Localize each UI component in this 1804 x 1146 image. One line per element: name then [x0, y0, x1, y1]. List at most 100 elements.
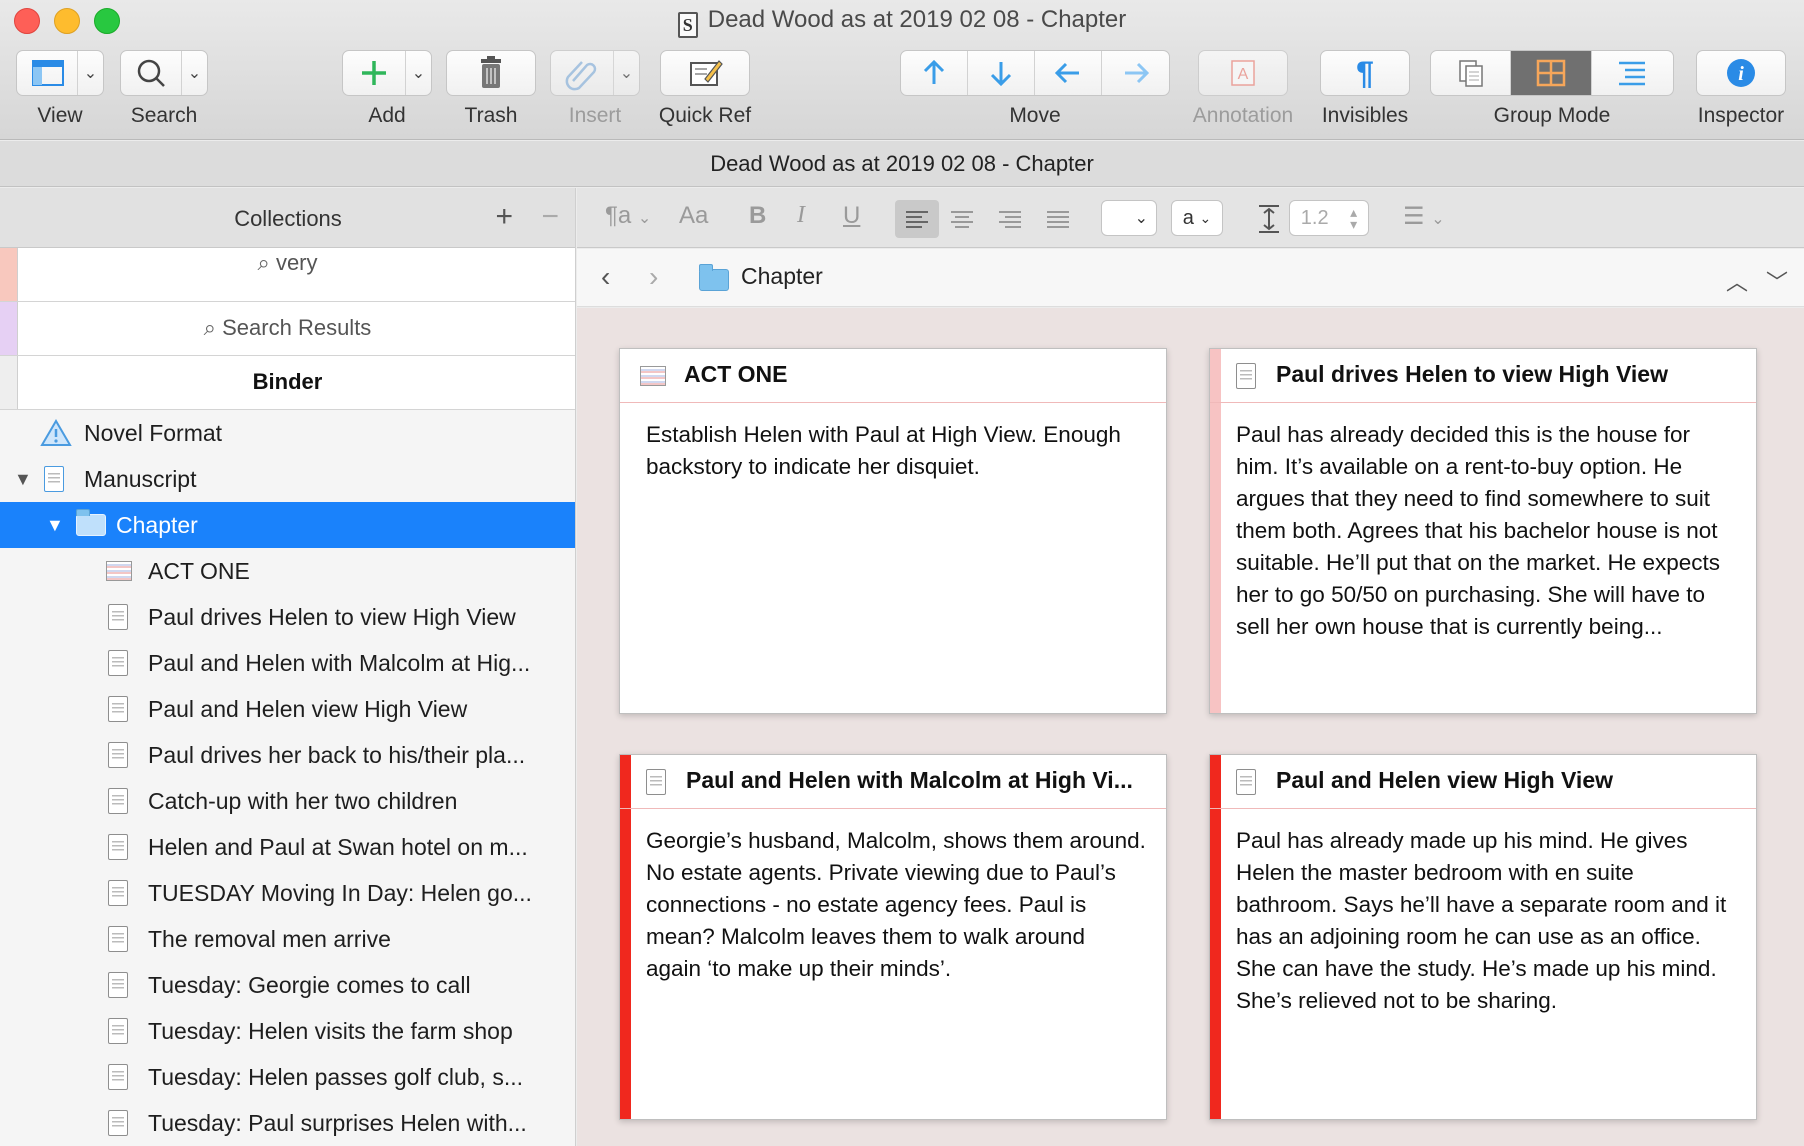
paragraph-style-button[interactable]: ¶a ⌄ [605, 202, 651, 230]
collections-title: Collections [234, 206, 342, 231]
inspector-button[interactable]: i [1696, 50, 1786, 96]
document-icon [108, 788, 128, 814]
group-mode-scrivenings-button[interactable] [1431, 51, 1512, 95]
document-icon [108, 972, 128, 998]
align-left-button[interactable] [895, 200, 939, 238]
inspector-label: Inspector [1697, 104, 1785, 127]
paragraph-style-icon: ¶a [605, 202, 632, 229]
binder-item[interactable]: Tuesday: Paul surprises Helen with... [0, 1100, 575, 1146]
align-right-icon[interactable] [997, 209, 1023, 229]
card-title[interactable]: Paul and Helen with Malcolm at High Vi..… [686, 767, 1154, 794]
card-title[interactable]: Paul drives Helen to view High View [1276, 361, 1744, 388]
bold-button[interactable]: B [749, 202, 766, 230]
group-mode-corkboard-button[interactable] [1511, 51, 1592, 95]
index-card[interactable]: Paul drives Helen to view High View Paul… [1209, 348, 1757, 714]
underline-button[interactable]: U [843, 202, 860, 230]
collection-color-swatch [0, 302, 18, 355]
insert-label: Insert [568, 104, 622, 127]
collection-tab-search-results[interactable]: ⌕ Search Results [0, 302, 575, 356]
move-control[interactable] [900, 50, 1170, 96]
index-card[interactable]: ACT ONE Establish Helen with Paul at Hig… [619, 348, 1167, 714]
insert-button[interactable]: ⌄ [550, 50, 640, 96]
group-mode-control[interactable] [1430, 50, 1674, 96]
binder-item[interactable]: Tuesday: Georgie comes to call [0, 962, 575, 1008]
nav-back-button[interactable]: ‹ [601, 261, 610, 293]
binder-item[interactable]: Catch-up with her two children [0, 778, 575, 824]
search-icon: ⌕ [203, 315, 216, 340]
warning-icon [40, 419, 72, 446]
scrivener-document-icon: S [677, 12, 698, 38]
font-button[interactable]: Aa [679, 202, 708, 230]
search-button[interactable]: ⌄ [120, 50, 208, 96]
editor-breadcrumb[interactable]: Chapter [741, 263, 823, 290]
binder-item[interactable]: TUESDAY Moving In Day: Helen go... [0, 870, 575, 916]
view-button[interactable]: ⌄ [16, 50, 104, 96]
align-center-icon[interactable] [949, 209, 975, 229]
card-synopsis[interactable]: Establish Helen with Paul at High View. … [646, 419, 1146, 483]
nav-forward-button[interactable]: › [649, 261, 658, 293]
card-synopsis[interactable]: Georgie’s husband, Malcolm, shows them a… [646, 825, 1146, 985]
index-card[interactable]: Paul and Helen view High View Paul has a… [1209, 754, 1757, 1120]
svg-text:i: i [1738, 63, 1744, 85]
highlight-color-select[interactable]: ⌄ [1101, 200, 1157, 236]
move-label: Move [1009, 104, 1061, 127]
view-label: View [37, 104, 83, 127]
chevron-down-icon: ⌄ [1199, 209, 1212, 226]
binder-item[interactable]: Paul drives Helen to view High View [0, 594, 575, 640]
arrow-down-icon [990, 62, 1012, 87]
remove-collection-button[interactable]: − [541, 200, 559, 234]
arrow-left-icon [1054, 62, 1079, 84]
document-icon [1236, 769, 1256, 795]
annotation-button[interactable]: A [1198, 50, 1288, 96]
move-up-button[interactable] [901, 51, 968, 95]
move-left-button[interactable] [1035, 51, 1102, 95]
binder-panel: Collections + − ⌕ very ⌕ Search Results … [0, 188, 576, 1146]
collection-tab-very[interactable]: ⌕ very [0, 248, 575, 302]
binder-item[interactable]: Helen and Paul at Swan hotel on m... [0, 824, 575, 870]
binder-item[interactable]: Paul and Helen view High View [0, 686, 575, 732]
next-document-button[interactable]: ﹀ [1766, 265, 1788, 297]
document-icon [108, 742, 128, 768]
group-mode-outline-button[interactable] [1592, 51, 1673, 95]
binder-item[interactable]: Tuesday: Helen visits the farm shop [0, 1008, 575, 1054]
card-title[interactable]: Paul and Helen view High View [1276, 767, 1744, 794]
invisibles-button[interactable]: ¶ [1320, 50, 1410, 96]
line-spacing-stepper[interactable]: 1.2 ▴ ▾ [1289, 200, 1369, 236]
folder-icon [699, 264, 729, 291]
index-card[interactable]: Paul and Helen with Malcolm at High Vi..… [619, 754, 1167, 1120]
chevron-down-icon[interactable]: ⌄ [613, 51, 639, 95]
chevron-down-icon[interactable]: ⌄ [405, 51, 431, 95]
quick-ref-button[interactable] [660, 50, 750, 96]
text-color-select[interactable]: a ⌄ [1171, 200, 1223, 236]
italic-button[interactable]: I [797, 202, 805, 229]
plus-icon [362, 61, 386, 85]
binder-item-chapter[interactable]: ▼ Chapter [0, 502, 575, 548]
card-synopsis[interactable]: Paul has already decided this is the hou… [1236, 419, 1736, 643]
binder-item-novel-format[interactable]: Novel Format [0, 410, 575, 456]
binder-item[interactable]: The removal men arrive [0, 916, 575, 962]
binder-item[interactable]: Paul drives her back to his/their pla... [0, 732, 575, 778]
binder-item-label: Tuesday: Helen visits the farm shop [148, 1018, 513, 1044]
chevron-down-icon[interactable]: ⌄ [181, 51, 207, 95]
add-button[interactable]: ⌄ [342, 50, 432, 96]
move-down-button[interactable] [968, 51, 1035, 95]
previous-document-button[interactable]: ︿ [1726, 265, 1748, 297]
card-synopsis[interactable]: Paul has already made up his mind. He gi… [1236, 825, 1736, 1017]
binder-item[interactable]: Paul and Helen with Malcolm at Hig... [0, 640, 575, 686]
add-collection-button[interactable]: + [495, 200, 513, 234]
trash-button[interactable] [446, 50, 536, 96]
chevron-down-icon[interactable]: ⌄ [77, 51, 103, 95]
move-right-button[interactable] [1102, 51, 1169, 95]
list-style-button[interactable]: ☰ ⌄ [1403, 202, 1445, 231]
collection-tab-binder[interactable]: Binder [0, 356, 575, 410]
paperclip-icon [565, 61, 597, 91]
binder-item-act-one[interactable]: ACT ONE [0, 548, 575, 594]
card-title[interactable]: ACT ONE [684, 361, 1154, 388]
disclosure-triangle-icon[interactable]: ▼ [46, 502, 64, 548]
align-justify-icon[interactable] [1045, 209, 1071, 229]
window-title: S Dead Wood as at 2019 02 08 - Chapter [0, 6, 1804, 38]
disclosure-triangle-icon[interactable]: ▼ [14, 456, 32, 502]
binder-item[interactable]: Tuesday: Helen passes golf club, s... [0, 1054, 575, 1100]
binder-item-manuscript[interactable]: ▼ Manuscript [0, 456, 575, 502]
add-label: Add [368, 104, 406, 127]
